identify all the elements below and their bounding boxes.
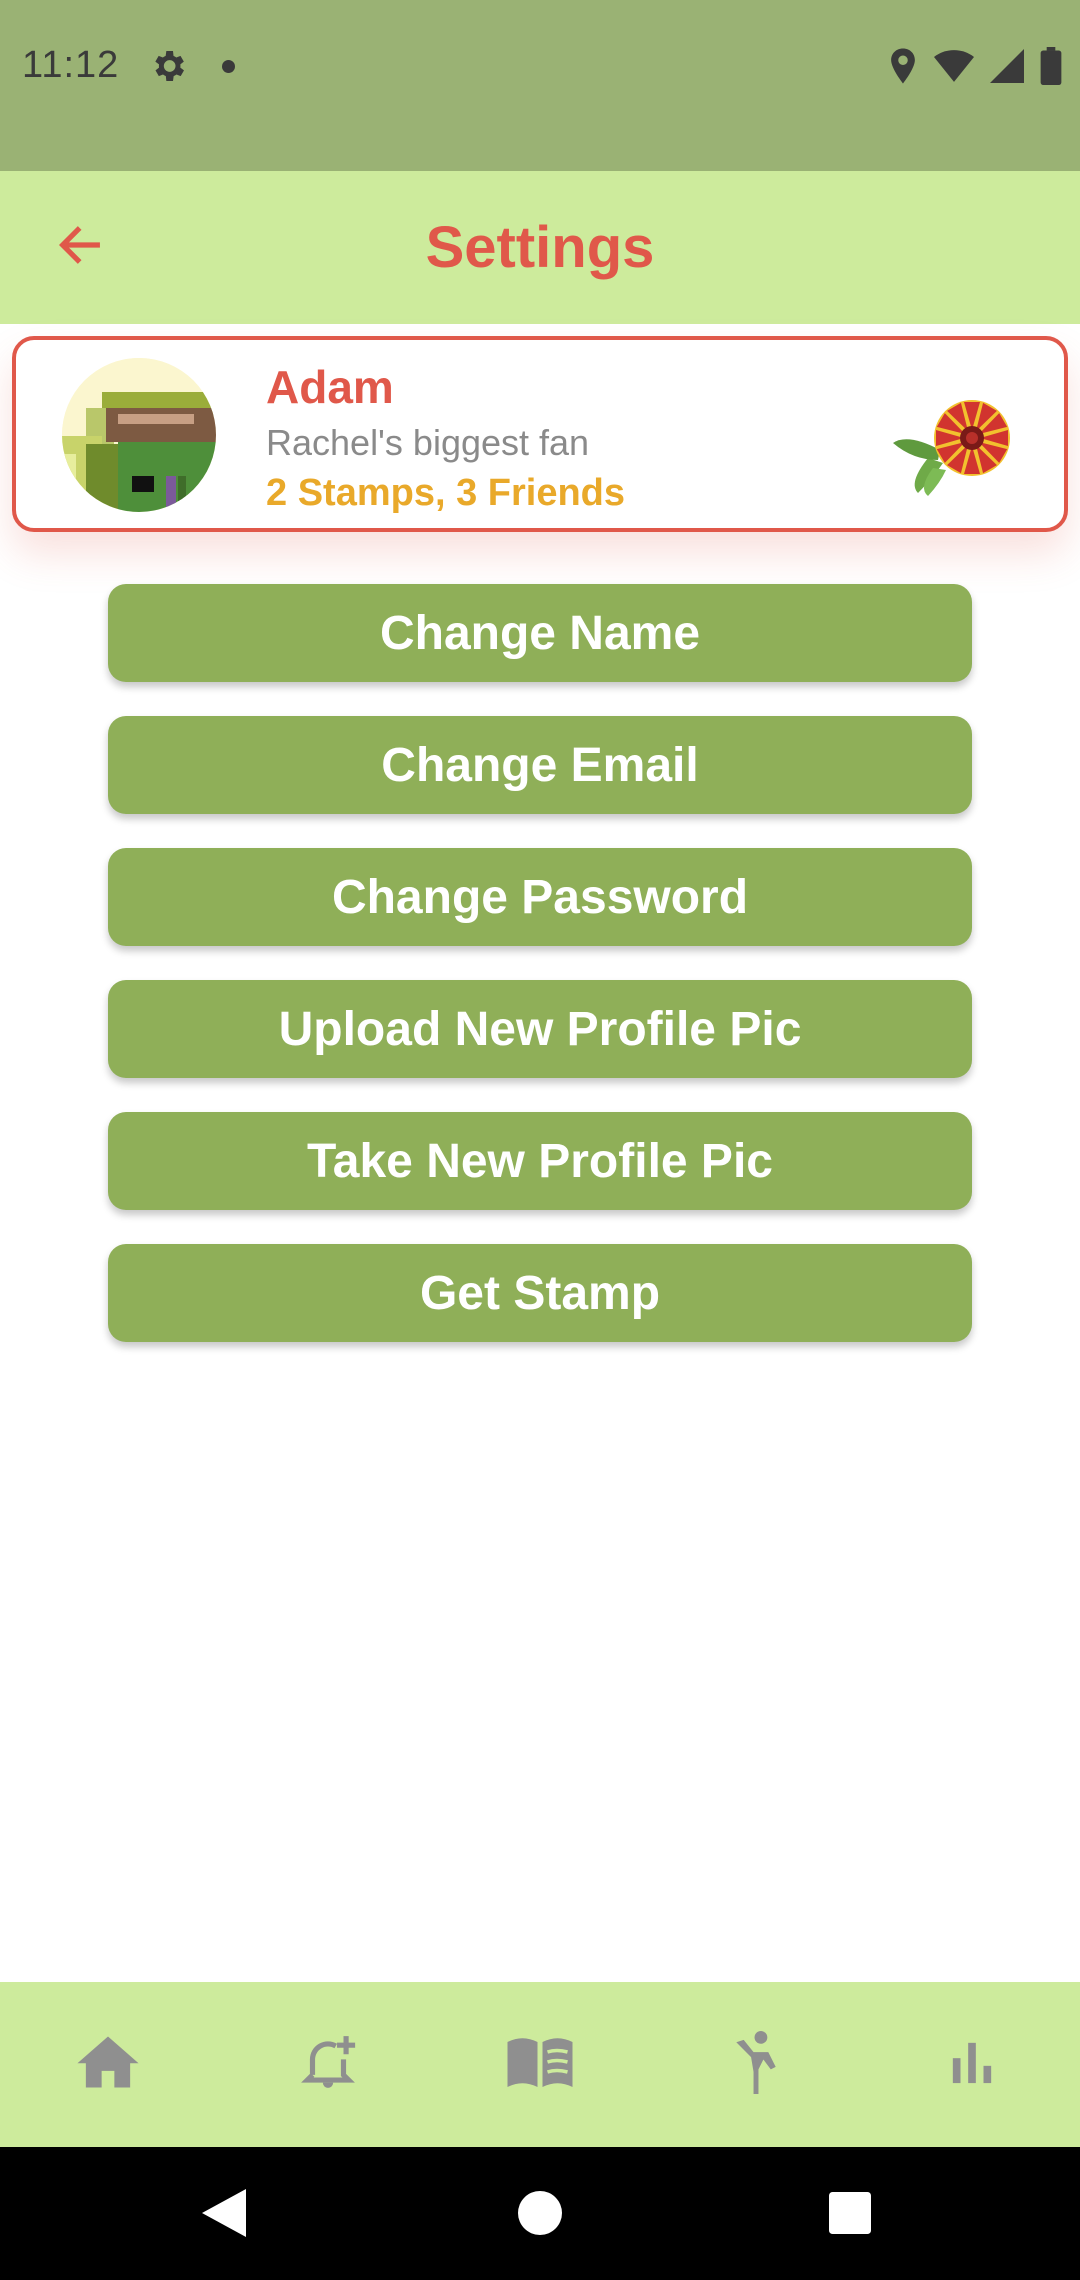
bar-chart-icon bbox=[952, 2042, 992, 2084]
change-email-button[interactable]: Change Email bbox=[108, 716, 972, 814]
nav-book[interactable] bbox=[500, 2022, 580, 2102]
system-nav-bar bbox=[0, 2147, 1080, 2280]
person-activity-icon bbox=[736, 2030, 776, 2094]
recents-square-icon bbox=[829, 2192, 871, 2234]
home-circle-icon bbox=[518, 2191, 562, 2235]
avatar[interactable] bbox=[62, 358, 216, 512]
nav-add-alert[interactable] bbox=[288, 2022, 368, 2102]
profile-stats: 2 Stamps, 3 Friends bbox=[266, 472, 626, 514]
get-stamp-button[interactable]: Get Stamp bbox=[108, 1244, 972, 1342]
signal-icon bbox=[990, 49, 1024, 83]
bottom-nav bbox=[0, 1982, 1080, 2147]
back-button[interactable] bbox=[44, 209, 116, 281]
status-bar: 11:12 bbox=[0, 0, 1080, 171]
add-alert-icon bbox=[301, 2036, 356, 2088]
change-name-button[interactable]: Change Name bbox=[108, 584, 972, 682]
profile-name: Adam bbox=[266, 361, 394, 413]
location-icon bbox=[888, 47, 918, 85]
battery-icon bbox=[1040, 47, 1062, 85]
nav-home[interactable] bbox=[68, 2022, 148, 2102]
nav-activity[interactable] bbox=[716, 2022, 796, 2102]
app-bar: Settings bbox=[0, 171, 1080, 324]
settings-icon bbox=[148, 46, 188, 86]
upload-profile-pic-button[interactable]: Upload New Profile Pic bbox=[108, 980, 972, 1078]
change-password-button[interactable]: Change Password bbox=[108, 848, 972, 946]
status-time: 11:12 bbox=[22, 44, 120, 86]
book-icon bbox=[507, 2038, 573, 2087]
arrow-back-icon bbox=[58, 226, 100, 264]
system-back-button[interactable] bbox=[186, 2175, 262, 2251]
system-home-button[interactable] bbox=[502, 2175, 578, 2251]
wifi-icon bbox=[934, 49, 974, 83]
back-triangle-icon bbox=[202, 2189, 246, 2237]
home-icon bbox=[77, 2036, 139, 2088]
profile-card: Adam Rachel's biggest fan 2 Stamps, 3 Fr… bbox=[12, 336, 1068, 532]
profile-bio: Rachel's biggest fan bbox=[266, 422, 590, 463]
system-recents-button[interactable] bbox=[812, 2175, 888, 2251]
take-profile-pic-button[interactable]: Take New Profile Pic bbox=[108, 1112, 972, 1210]
flower-stamp-icon bbox=[888, 388, 1028, 498]
notification-dot-icon bbox=[222, 60, 235, 73]
page-title: Settings bbox=[425, 215, 655, 280]
nav-stats[interactable] bbox=[932, 2022, 1012, 2102]
